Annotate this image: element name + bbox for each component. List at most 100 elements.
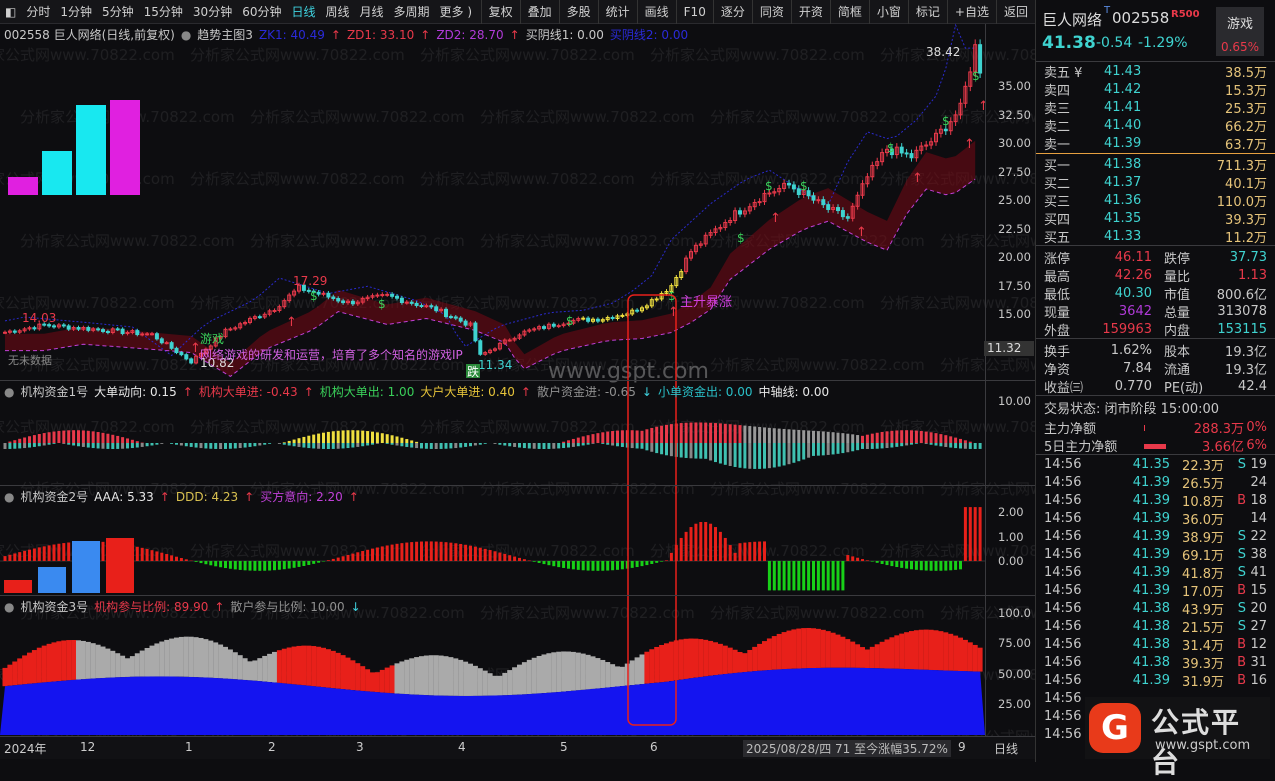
panel3-bar	[630, 660, 635, 685]
collapse-icon[interactable]: ●	[4, 385, 14, 399]
fund-value: 1.62%	[1084, 343, 1152, 358]
watermark: 分析家公式网www.70822.com	[250, 108, 465, 126]
panel1-bar	[724, 443, 727, 465]
sector-button[interactable]: 游戏 0.65%	[1216, 7, 1264, 56]
panel3-bar	[718, 644, 723, 675]
kline-chart[interactable]: 分析家公式网www.70822.com 分析家公式网www.70822.com 分析…	[0, 0, 1035, 762]
panel3-bar	[640, 654, 645, 684]
panel-name[interactable]: 机构资金2号	[20, 488, 88, 505]
panel3-bar	[395, 663, 400, 693]
arrow-icon: ↑	[349, 490, 359, 504]
tick-count: 20	[1246, 601, 1267, 616]
panel1-bar	[209, 443, 212, 449]
buy-arrow-icon: ↑	[912, 171, 923, 186]
panel3-bar	[12, 661, 17, 685]
panel1-bar	[788, 443, 791, 464]
candle	[910, 154, 913, 158]
panel3-bar	[556, 652, 561, 692]
panel2-bar	[979, 507, 982, 561]
panel2-bar	[900, 561, 903, 568]
panel1-bar	[391, 435, 394, 443]
tick-count: 12	[1246, 637, 1267, 652]
panel2-bar	[665, 560, 668, 561]
panel1-bar	[410, 443, 413, 448]
panel1-bar	[680, 443, 683, 457]
collapse-icon[interactable]: ●	[4, 490, 14, 504]
price-change-pct: -1.29%	[1138, 35, 1188, 51]
tick-side: S	[1224, 601, 1246, 616]
panel1-bar	[856, 435, 859, 443]
panel3-bar	[101, 647, 106, 678]
panel3-bar	[140, 651, 145, 677]
panel1-bar	[204, 443, 207, 448]
panel1-bar	[283, 443, 286, 445]
panel1-bar	[53, 443, 56, 444]
panel2-bar	[219, 561, 222, 567]
panel1-bar	[690, 423, 693, 443]
tick-volume: 21.5万	[1170, 617, 1224, 636]
panel1-bar	[680, 423, 683, 443]
candle	[13, 331, 16, 332]
indicator-tick: 10.00	[998, 394, 1031, 408]
watermark: 分析家公式网www.70822.com	[480, 604, 695, 622]
indicator-value: 大户大单进: 0.40	[420, 383, 515, 400]
tick-count: 16	[1246, 673, 1267, 688]
tick-side: S	[1224, 529, 1246, 544]
panel-name[interactable]: 机构资金3号	[20, 598, 88, 615]
price-tick: 17.50	[998, 279, 1031, 293]
panel1-bar	[636, 430, 639, 443]
panel1-bar	[778, 443, 781, 467]
panel3-bar	[502, 673, 507, 695]
period-label[interactable]: 日线	[994, 740, 1018, 757]
stat-label: 最低	[1044, 284, 1084, 303]
panel3-bar	[448, 657, 453, 696]
panel3-bar	[497, 676, 502, 696]
panel3-bar	[238, 655, 243, 679]
panel1-bar	[807, 431, 810, 443]
panel1-bar	[62, 443, 65, 444]
panel1-bar	[822, 443, 825, 455]
panel1-bar	[645, 429, 648, 443]
tick-row: 14:5641.3839.3万B31	[1036, 653, 1275, 671]
panel1-bar	[783, 443, 786, 465]
collapse-icon[interactable]: ●	[4, 600, 14, 614]
panel3-bar	[125, 658, 130, 677]
price-tick: 32.50	[998, 108, 1031, 122]
candle	[655, 299, 658, 300]
stat-value: 153115	[1204, 322, 1267, 337]
panel1-bar	[704, 423, 707, 443]
panel1-bar	[356, 430, 359, 443]
panel2-bar	[792, 561, 795, 590]
tick-row: 14:5641.3843.9万S20	[1036, 599, 1275, 617]
watermark: 分析家公式网www.70822.com	[250, 232, 465, 250]
panel1-bar	[606, 432, 609, 443]
panel1-bar	[768, 428, 771, 443]
max-label: 38.42	[926, 45, 960, 59]
price-change: -0.54	[1096, 35, 1132, 51]
panel1-bar	[783, 429, 786, 443]
candle	[788, 183, 791, 185]
panel3-bar	[110, 651, 115, 678]
tick-price: 41.38	[1112, 637, 1170, 652]
panel3-bar	[566, 652, 571, 692]
panel1-bar	[841, 443, 844, 453]
tick-time: 14:56	[1044, 457, 1112, 472]
panel1-bar	[479, 443, 482, 445]
panel1-bar	[763, 443, 766, 469]
panel3-bar	[478, 668, 483, 696]
orderbook-row: 买二41.3740.1万	[1036, 173, 1275, 191]
panel1-bar	[935, 433, 938, 443]
panel1-bar	[930, 443, 933, 445]
candle	[97, 329, 100, 330]
panel1-bar	[895, 430, 898, 443]
fund-label: 换手	[1044, 341, 1084, 360]
panel1-bar	[827, 432, 830, 443]
panel-name[interactable]: 机构资金1号	[20, 383, 88, 400]
panel3-bar	[267, 654, 272, 682]
panel3-bar	[571, 652, 576, 691]
tick-row: 14:5641.3969.1万S38	[1036, 545, 1275, 563]
level-label: 买五	[1044, 227, 1104, 246]
panel2-bar	[489, 550, 492, 561]
panel1-bar	[371, 443, 374, 445]
panel2-bar	[552, 561, 555, 566]
